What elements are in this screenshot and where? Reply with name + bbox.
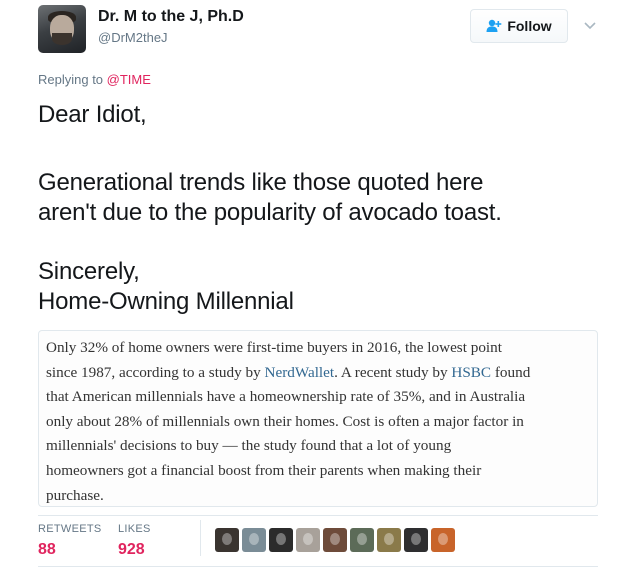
follow-button-label: Follow xyxy=(507,18,552,34)
liker-avatar[interactable] xyxy=(350,528,374,552)
avatar-beard xyxy=(52,33,72,45)
retweets-label: RETWEETS xyxy=(38,523,102,535)
author-avatar[interactable] xyxy=(38,5,86,53)
quote-line-2: since 1987, according to a study by Nerd… xyxy=(46,361,590,386)
replying-to-prefix: Replying to xyxy=(38,72,107,87)
liker-avatar[interactable] xyxy=(431,528,455,552)
tweet-line-1: Dear Idiot, xyxy=(38,101,147,128)
quote-line-6: homeowners got a financial boost from th… xyxy=(46,461,482,479)
liker-avatar[interactable] xyxy=(323,528,347,552)
nerdwallet-link: NerdWallet xyxy=(264,363,335,381)
author-name[interactable]: Dr. M to the J, Ph.D xyxy=(98,8,244,26)
liker-avatar[interactable] xyxy=(269,528,293,552)
author-handle[interactable]: @DrM2theJ xyxy=(98,30,168,45)
tweet-line-3: aren't due to the popularity of avocado … xyxy=(38,199,502,226)
tweet-line-5: Home-Owning Millennial xyxy=(38,288,294,315)
liker-avatar[interactable] xyxy=(215,528,239,552)
likes-count: 928 xyxy=(118,541,145,558)
attached-article-image[interactable]: Only 32% of home owners were first-time … xyxy=(38,330,598,507)
add-user-icon xyxy=(486,19,502,33)
stats-separator xyxy=(200,520,201,556)
likes-stat[interactable]: LIKES 928 xyxy=(118,523,151,559)
stats-bottom-divider xyxy=(38,566,598,567)
replying-to: Replying to @TIME xyxy=(38,72,151,87)
quote-line-2a: since 1987, according to a study by xyxy=(46,363,265,381)
chevron-down-icon[interactable] xyxy=(582,17,598,33)
quote-line-3: that American millennials have a homeown… xyxy=(46,388,526,406)
quote-line-7: purchase. xyxy=(46,486,104,504)
liker-avatar[interactable] xyxy=(404,528,428,552)
reply-target-link[interactable]: @TIME xyxy=(107,72,151,87)
likes-label: LIKES xyxy=(118,523,151,535)
quote-line-2b: . A recent study by xyxy=(334,363,452,381)
hsbc-link: HSBC xyxy=(451,363,492,381)
retweets-stat[interactable]: RETWEETS 88 xyxy=(38,523,102,559)
quote-line-5: millennials' decisions to buy — the stud… xyxy=(46,437,452,455)
liker-avatar[interactable] xyxy=(377,528,401,552)
quote-line-2c: found xyxy=(491,363,531,381)
liker-avatar[interactable] xyxy=(242,528,266,552)
liker-avatar[interactable] xyxy=(296,528,320,552)
tweet-header: Dr. M to the J, Ph.D @DrM2theJ Follow xyxy=(38,5,608,53)
follow-button[interactable]: Follow xyxy=(470,9,568,43)
quote-line-4: only about 28% of millennials own their … xyxy=(46,412,524,430)
tweet-line-2: Generational trends like those quoted he… xyxy=(38,169,484,196)
quote-line-1: Only 32% of home owners were first-time … xyxy=(46,339,502,356)
retweets-count: 88 xyxy=(38,541,56,558)
tweet-line-4: Sincerely, xyxy=(38,258,140,285)
stats-top-divider xyxy=(38,515,598,516)
liker-avatars xyxy=(215,528,455,552)
